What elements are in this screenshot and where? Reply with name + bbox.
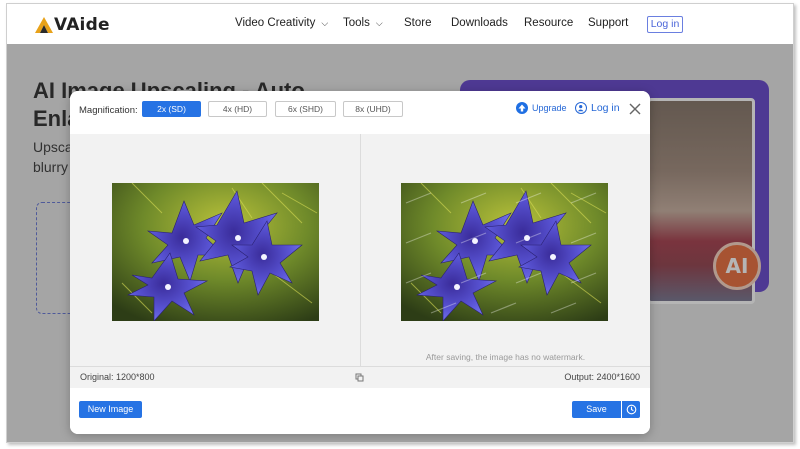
new-image-button[interactable]: New Image <box>79 401 142 418</box>
pane-divider[interactable] <box>360 134 361 366</box>
nav-store[interactable]: Store <box>404 17 432 29</box>
nav-support[interactable]: Support <box>588 17 628 29</box>
login-label: Log in <box>591 102 620 114</box>
output-image <box>401 183 608 321</box>
close-icon[interactable] <box>628 102 642 116</box>
nav-video-creativity[interactable]: Video Creativity ⌵ <box>235 17 328 29</box>
watermark-note: After saving, the image has no watermark… <box>425 352 586 362</box>
brand-logo[interactable]: VAide <box>35 15 110 35</box>
compare-icon[interactable] <box>355 373 364 382</box>
brand-name: VAide <box>54 15 110 35</box>
magnification-label: Magnification: <box>79 105 138 116</box>
chevron-down-icon: ⌵ <box>321 17 329 28</box>
modal-toolbar: Magnification: 2x (SD) 4x (HD) 6x (SHD) … <box>70 91 650 134</box>
nav-label: Resource <box>524 17 574 29</box>
save-button[interactable]: Save <box>572 401 621 418</box>
upgrade-label: Upgrade <box>532 103 567 113</box>
nav-tools[interactable]: Tools ⌵ <box>343 17 383 29</box>
output-size: Output: 2400*1600 <box>564 372 640 382</box>
nav-downloads[interactable]: Downloads <box>451 17 508 29</box>
nav-resource[interactable]: Resource <box>524 17 573 29</box>
nav-label: Tools <box>343 17 370 29</box>
size-info-bar: Original: 1200*800 Output: 2400*1600 <box>70 366 650 388</box>
original-size: Original: 1200*800 <box>80 372 155 382</box>
mag-option-8x[interactable]: 8x (UHD) <box>343 101 403 117</box>
chevron-down-icon: ⌵ <box>375 17 383 28</box>
logo-triangle-icon <box>35 17 53 33</box>
nav-label: Store <box>404 17 432 29</box>
browser-window: VAide Video Creativity ⌵ Tools ⌵ Store D… <box>6 3 794 443</box>
upgrade-icon <box>516 102 528 114</box>
upgrade-link[interactable]: Upgrade <box>516 102 567 114</box>
upscale-modal: Magnification: 2x (SD) 4x (HD) 6x (SHD) … <box>70 91 650 434</box>
screenshot-frame: VAide Video Creativity ⌵ Tools ⌵ Store D… <box>0 0 800 449</box>
mag-option-6x[interactable]: 6x (SHD) <box>275 101 336 117</box>
mag-option-4x[interactable]: 4x (HD) <box>208 101 267 117</box>
modal-footer: New Image Save <box>70 388 650 434</box>
original-image <box>112 183 319 321</box>
nav-label: Downloads <box>451 17 508 29</box>
header-login-button[interactable]: Log in <box>647 16 683 33</box>
nav-label: Support <box>588 17 629 29</box>
mag-option-2x[interactable]: 2x (SD) <box>142 101 201 117</box>
nav-label: Video Creativity <box>235 17 316 29</box>
modal-login-link[interactable]: Log in <box>575 102 620 114</box>
history-button[interactable] <box>622 401 640 418</box>
history-icon <box>626 404 636 415</box>
user-icon <box>575 102 587 114</box>
site-header: VAide Video Creativity ⌵ Tools ⌵ Store D… <box>7 4 793 44</box>
